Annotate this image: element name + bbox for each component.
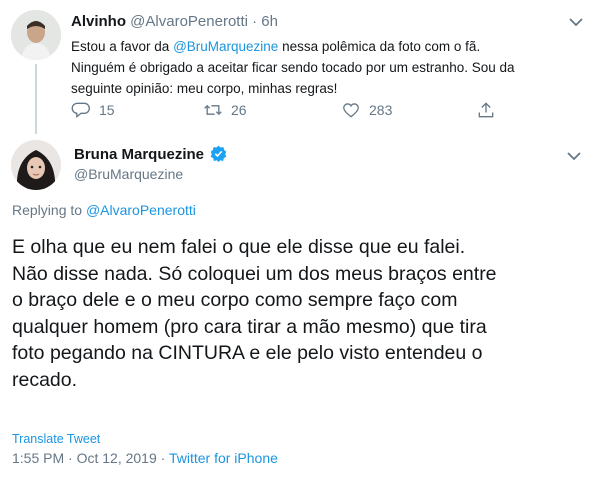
main-text-line: qualquer homem (pro cara tirar a mão mes… — [12, 315, 487, 338]
retweet-action[interactable]: 26 — [203, 100, 247, 120]
like-action[interactable]: 283 — [341, 100, 392, 120]
meta-separator: · — [156, 450, 169, 466]
reply-action[interactable]: 15 — [71, 100, 115, 120]
main-text-line: Não disse nada. Só coloquei um dos meus … — [12, 262, 497, 285]
main-handle[interactable]: @BruMarquezine — [74, 166, 183, 182]
tweet-timestamp[interactable]: 1:55 PM · Oct 12, 2019 — [12, 450, 157, 466]
parent-text-line-2: Ninguém é obrigado a aceitar ficar sendo… — [71, 60, 515, 75]
avatar-bruna[interactable] — [11, 140, 61, 190]
retweet-count: 26 — [231, 102, 247, 118]
tweet-source-link[interactable]: Twitter for iPhone — [169, 450, 278, 466]
main-tweet-text: E olha que eu nem falei o que ele disse … — [12, 234, 588, 393]
parent-display-name[interactable]: Alvinho — [71, 13, 126, 30]
parent-text-line-3: seguinte opinião: meu corpo, minhas regr… — [71, 81, 338, 96]
parent-mention-link[interactable]: @BruMarquezine — [173, 39, 278, 54]
replying-to: Replying to @AlvaroPenerotti — [12, 202, 196, 218]
retweet-icon — [204, 104, 222, 116]
translate-tweet-link[interactable]: Translate Tweet — [12, 432, 100, 446]
parent-time[interactable]: 6h — [261, 13, 278, 30]
main-chevron-down-icon[interactable] — [566, 148, 582, 166]
replying-to-handle-link[interactable]: @AlvaroPenerotti — [86, 202, 196, 218]
share-icon — [478, 102, 494, 118]
like-count: 283 — [369, 102, 393, 118]
parent-tweet-text: Estou a favor da @BruMarquezine nessa po… — [71, 36, 581, 99]
main-text-line: E olha que eu nem falei o que ele disse … — [12, 236, 466, 258]
main-display-name[interactable]: Bruna Marquezine — [74, 146, 204, 163]
main-text-line: foto pegando na CINTURA e ele pelo visto… — [12, 342, 483, 364]
main-text-line: o braço dele e o meu corpo como sempre f… — [12, 289, 458, 311]
share-action[interactable] — [476, 100, 496, 120]
parent-time-separator: · — [252, 13, 258, 30]
reply-icon — [71, 102, 90, 119]
parent-chevron-down-icon[interactable] — [568, 14, 584, 32]
avatar-alvinho[interactable] — [11, 10, 61, 60]
verified-badge-icon — [210, 145, 227, 167]
parent-text-line-1: Estou a favor da @BruMarquezine nessa po… — [71, 39, 481, 54]
main-text-line: recado. — [12, 368, 78, 391]
reply-count: 15 — [99, 102, 115, 118]
parent-handle[interactable]: @AlvaroPenerotti — [130, 13, 248, 30]
thread-connector-line — [35, 64, 37, 134]
replying-to-label: Replying to — [12, 202, 86, 218]
tweet-meta: 1:55 PM · Oct 12, 2019 · Twitter for iPh… — [12, 450, 278, 466]
main-tweet-author: Bruna Marquezine — [74, 145, 227, 167]
heart-icon — [343, 103, 359, 118]
parent-tweet-header: Alvinho @AlvaroPenerotti · 6h — [71, 13, 278, 30]
